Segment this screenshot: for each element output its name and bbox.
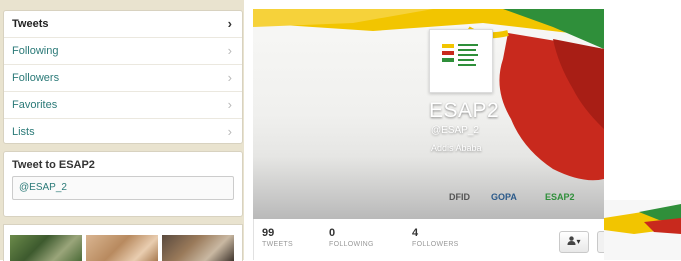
tweet-to-title: Tweet to ESAP2: [12, 159, 95, 171]
partner-logo-esap: ESAP2: [545, 192, 575, 202]
nav-item-label: Followers: [12, 72, 60, 84]
profile-avatar[interactable]: [429, 29, 493, 93]
left-sidebar: Tweets › Following › Followers › Favorit…: [0, 0, 244, 261]
stat-followers[interactable]: 4 FOLLOWERS: [412, 227, 459, 248]
media-gallery: [3, 224, 243, 261]
stat-number: 4: [412, 227, 419, 239]
nav-item-label: Lists: [12, 126, 35, 138]
nav-item-lists[interactable]: Lists ›: [4, 119, 242, 145]
nav-item-label: Favorites: [12, 99, 58, 111]
nav-item-favorites[interactable]: Favorites ›: [4, 92, 242, 119]
profile-handle: @ESAP_2: [431, 125, 479, 136]
chevron-right-icon: ›: [227, 43, 232, 58]
partner-logo-dfid: DFID: [449, 192, 470, 202]
secondary-header-graphic: [604, 204, 681, 260]
chevron-down-icon: ▾: [576, 237, 581, 246]
nav-item-label: Tweets: [12, 18, 49, 30]
nav-item-followers[interactable]: Followers ›: [4, 65, 242, 92]
stat-number: 0: [329, 227, 336, 239]
partner-logo-gopa: GOPA: [491, 192, 517, 202]
chevron-right-icon: ›: [227, 16, 232, 31]
secondary-header-card: [604, 200, 681, 260]
stat-label: FOLLOWERS: [412, 241, 459, 248]
profile-stats-bar: 99 TWEETS 0 FOLLOWING 4 FOLLOWERS ▾: [253, 219, 606, 260]
stat-tweets[interactable]: 99 TWEETS: [262, 227, 293, 248]
tweet-to-input[interactable]: @ESAP_2: [12, 176, 234, 200]
profile-nav: Tweets › Following › Followers › Favorit…: [3, 10, 243, 144]
profile-name: ESAP2: [429, 99, 500, 122]
media-thumbnail[interactable]: [162, 235, 234, 261]
nav-item-label: Following: [12, 45, 59, 57]
stat-following[interactable]: 0 FOLLOWING: [329, 227, 374, 248]
chevron-right-icon: ›: [227, 97, 232, 112]
tweet-to-box: Tweet to ESAP2 @ESAP_2: [3, 151, 243, 217]
profile-location: Addis Ababa: [431, 143, 482, 153]
esap-logo-icon: [442, 44, 478, 66]
stat-label: FOLLOWING: [329, 241, 374, 248]
media-thumbnail[interactable]: [86, 235, 158, 261]
stat-label: TWEETS: [262, 241, 293, 248]
nav-item-tweets[interactable]: Tweets ›: [4, 11, 242, 38]
nav-item-following[interactable]: Following ›: [4, 38, 242, 65]
profile-header-card: ESAP2 @ESAP_2 Addis Ababa DFID GOPA ESAP…: [253, 9, 604, 219]
chevron-right-icon: ›: [227, 124, 232, 139]
stat-number: 99: [262, 227, 275, 239]
chevron-right-icon: ›: [227, 70, 232, 85]
user-actions-button[interactable]: ▾: [559, 231, 589, 253]
media-thumbnail[interactable]: [10, 235, 82, 261]
